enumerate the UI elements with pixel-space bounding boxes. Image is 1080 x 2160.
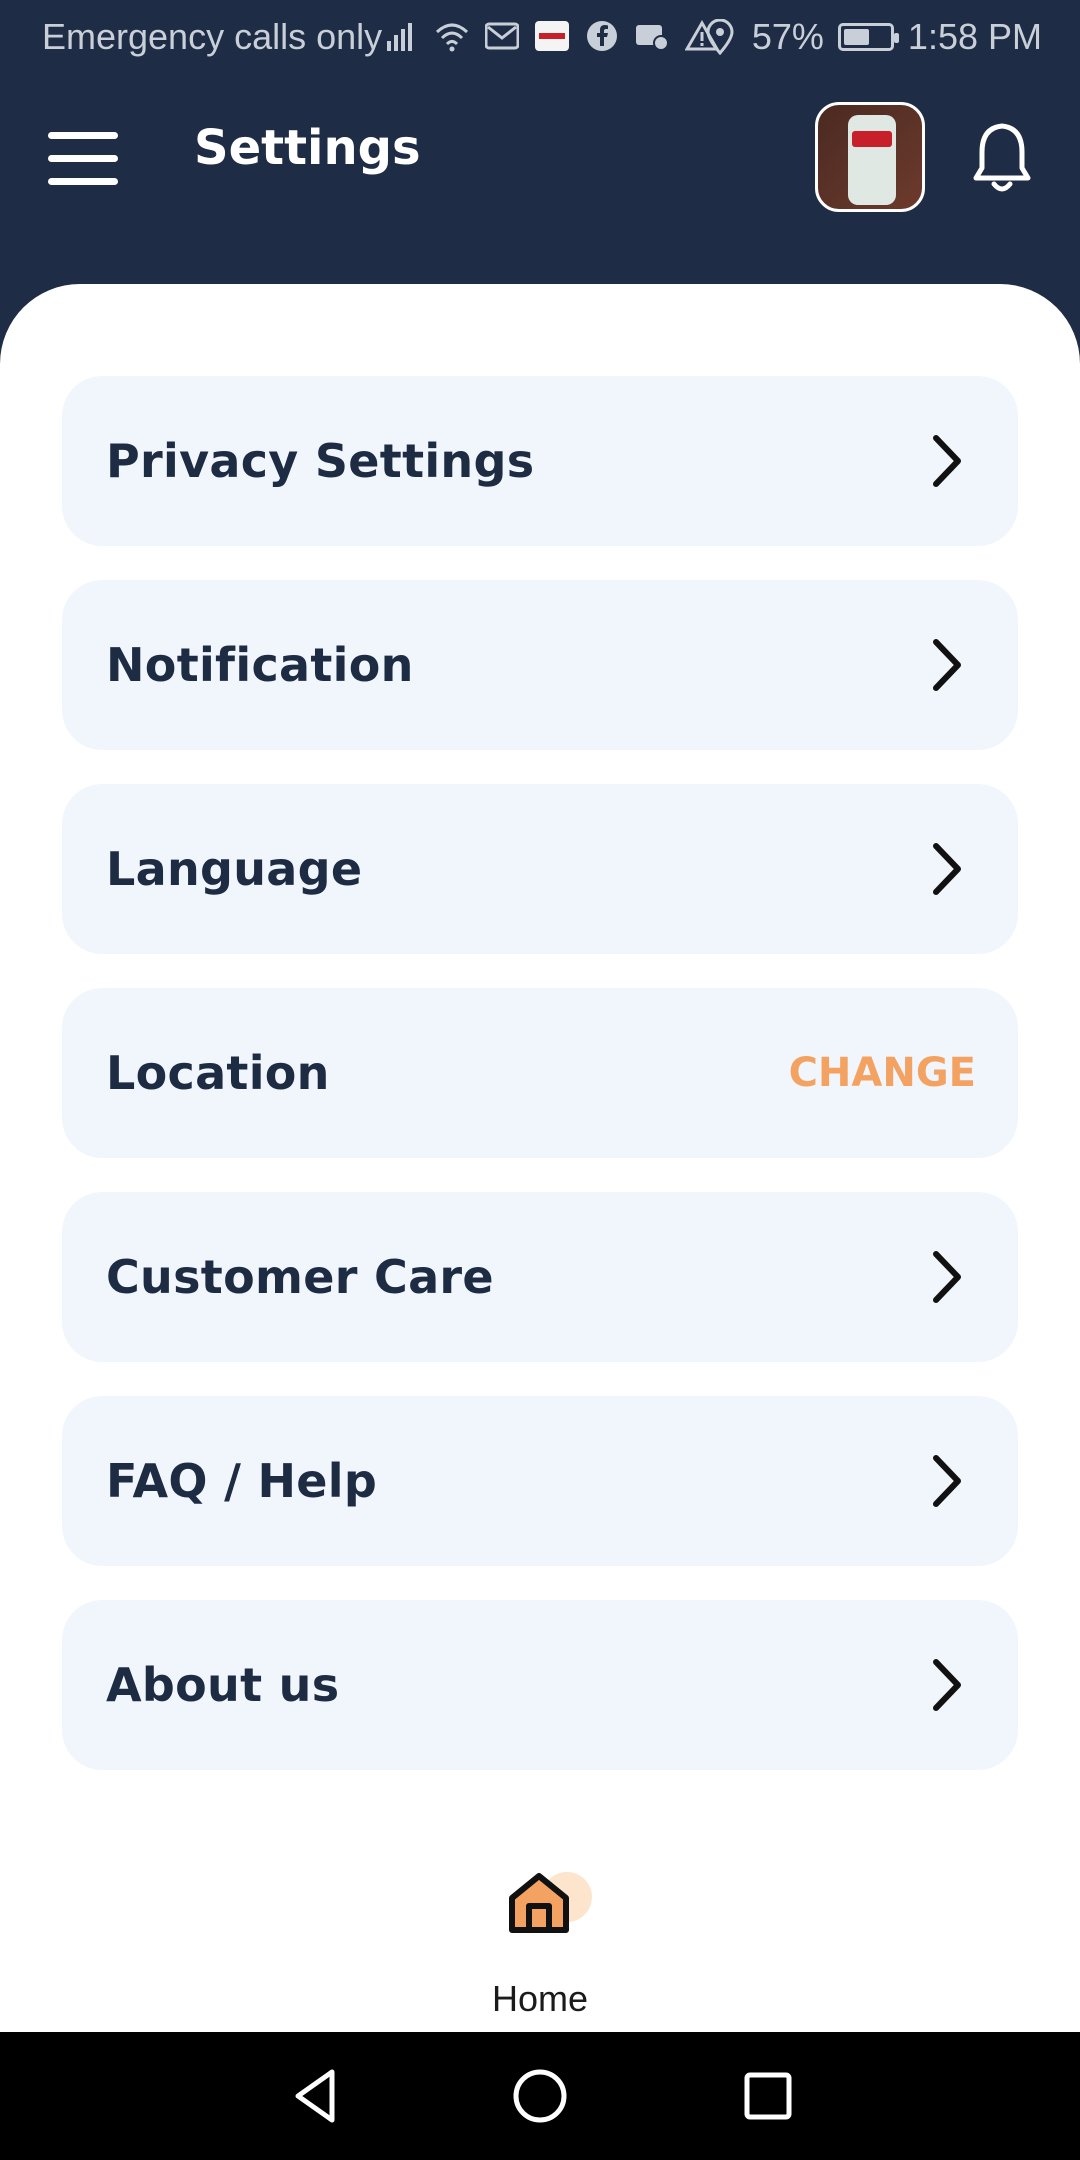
wifi-icon [434, 18, 470, 54]
chevron-right-icon [930, 1248, 966, 1306]
settings-item-location: Location CHANGE [62, 988, 1018, 1158]
battery-percent: 57% [751, 16, 824, 57]
settings-item-privacy[interactable]: Privacy Settings [62, 376, 1018, 546]
system-navigation-bar [0, 2032, 1080, 2160]
avatar[interactable] [815, 102, 925, 212]
nav-tab-home[interactable]: Home [470, 1858, 610, 2019]
settings-item-customer-care[interactable]: Customer Care [62, 1192, 1018, 1362]
status-bar: Emergency calls only 57% 1:58 PM [0, 0, 1080, 76]
hamburger-menu-icon[interactable] [48, 132, 118, 188]
settings-list: Privacy Settings Notification Language L… [62, 376, 1018, 1796]
home-circle-icon[interactable] [504, 2060, 576, 2132]
settings-item-notification[interactable]: Notification [62, 580, 1018, 750]
facebook-icon [584, 18, 620, 54]
settings-sheet: Privacy Settings Notification Language L… [0, 284, 1080, 2032]
status-right: 57% 1:58 PM [702, 16, 1042, 58]
home-icon [509, 1873, 569, 1933]
chevron-right-icon [930, 636, 966, 694]
change-location-button[interactable]: CHANGE [789, 1050, 976, 1096]
back-icon[interactable] [282, 2060, 354, 2132]
settings-item-about-us[interactable]: About us [62, 1600, 1018, 1770]
bottom-navigation: Home [0, 1812, 1080, 2032]
list-item-label: About us [106, 1658, 340, 1712]
location-icon [702, 19, 738, 55]
status-icons [384, 18, 720, 54]
list-item-label: Notification [106, 638, 414, 692]
bell-icon[interactable] [970, 120, 1034, 196]
mail-settings-icon [634, 18, 670, 54]
chevron-right-icon [930, 1452, 966, 1510]
avatar-image [848, 115, 896, 205]
chevron-right-icon [930, 1656, 966, 1714]
list-item-label: Customer Care [106, 1250, 494, 1304]
list-item-label: Location [106, 1046, 330, 1100]
gmail-icon [484, 18, 520, 54]
list-item-label: FAQ / Help [106, 1454, 378, 1508]
signal-icon [384, 18, 420, 54]
list-item-label: Privacy Settings [106, 434, 535, 488]
avatar-image-label [852, 131, 892, 147]
recents-icon[interactable] [732, 2060, 804, 2132]
battery-level [843, 29, 869, 45]
carrier-text: Emergency calls only [42, 16, 383, 57]
app-bar: Settings [0, 76, 1080, 286]
chevron-right-icon [930, 432, 966, 490]
app-notification-icon [534, 18, 570, 54]
list-item-label: Language [106, 842, 363, 896]
chevron-right-icon [930, 840, 966, 898]
battery-icon [837, 23, 899, 51]
settings-item-faq-help[interactable]: FAQ / Help [62, 1396, 1018, 1566]
page-title: Settings [194, 120, 421, 176]
nav-tab-label: Home [491, 1978, 589, 2019]
settings-item-language[interactable]: Language [62, 784, 1018, 954]
clock: 1:58 PM [907, 16, 1042, 57]
